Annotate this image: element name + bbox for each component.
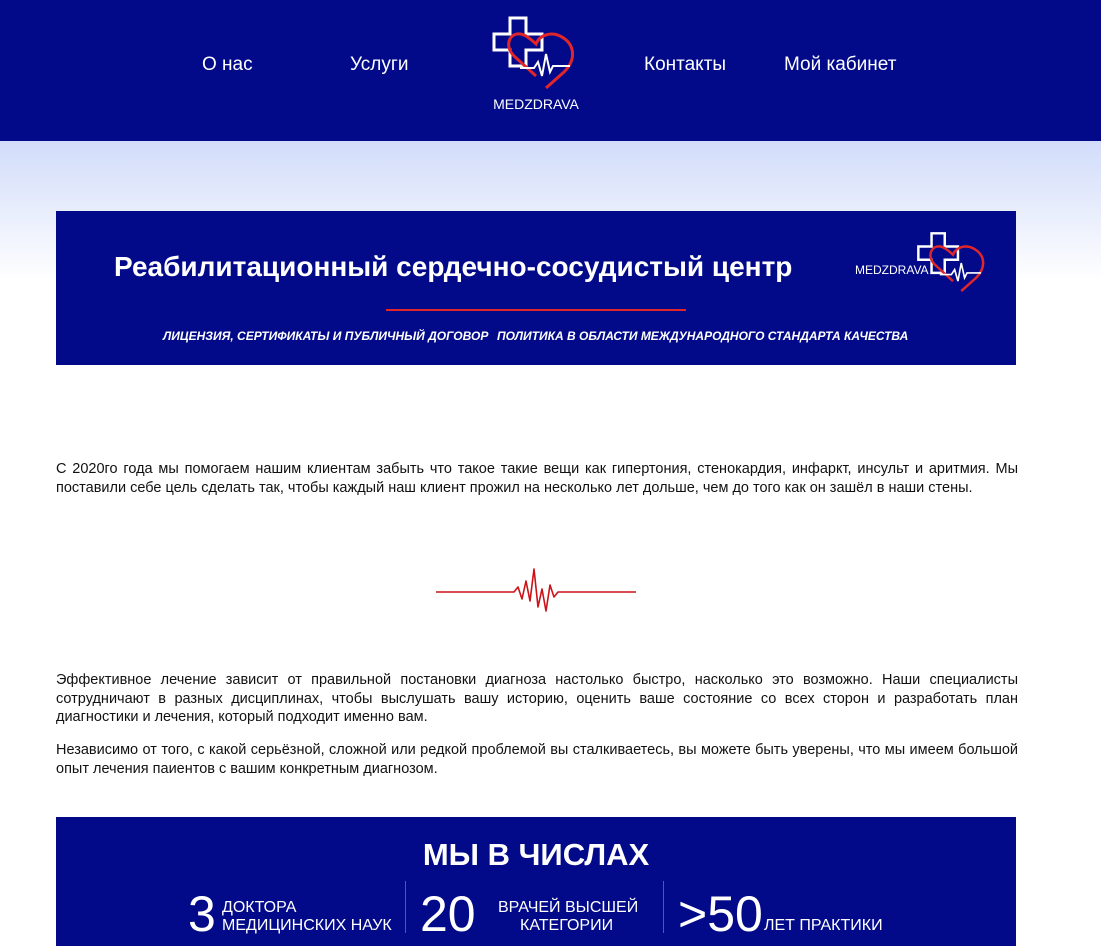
stat-physicians-label-1: ВРАЧЕЙ ВЫСШЕЙ xyxy=(498,899,639,916)
stat-doctors-number: 3 xyxy=(188,886,216,942)
stat-doctors-label-1: ДОКТОРА xyxy=(222,899,297,916)
medzdrava-logo-icon xyxy=(917,232,985,292)
title-underline xyxy=(386,309,686,311)
stat-years-number: >50 xyxy=(678,886,763,942)
title-banner: Реабилитационный сердечно-сосудистый цен… xyxy=(56,211,1016,365)
banner-logo: MEDZDRAVA xyxy=(855,230,995,300)
header-logo[interactable]: MEDZDRAVA xyxy=(490,14,582,114)
stats-title: МЫ В ЧИСЛАХ xyxy=(422,837,650,872)
medzdrava-logo-icon xyxy=(492,16,574,90)
treatment-paragraph: Эффективное лечение зависит от правильно… xyxy=(56,672,1018,725)
nav-services[interactable]: Услуги xyxy=(350,54,408,76)
intro-paragraph: С 2020го года мы помогаем нашим клиентам… xyxy=(56,461,1018,496)
stat-divider xyxy=(405,881,406,933)
stat-divider xyxy=(663,881,664,933)
nav-contacts[interactable]: Контакты xyxy=(644,54,726,76)
ecg-divider-icon xyxy=(436,568,636,612)
nav-cabinet[interactable]: Мой кабинет xyxy=(784,54,896,76)
quality-policy-link[interactable]: ПОЛИТИКА В ОБЛАСТИ МЕЖДУНАРОДНОГО СТАНДА… xyxy=(497,329,908,343)
stats-section: МЫ В ЧИСЛАХ 3 ДОКТОРА МЕДИЦИНСКИХ НАУК 2… xyxy=(56,817,1016,946)
stat-years-label: ЛЕТ ПРАКТИКИ xyxy=(764,917,883,934)
header-logo-text: MEDZDRAVA xyxy=(493,96,579,112)
stat-physicians-label-2: КАТЕГОРИИ xyxy=(520,917,614,934)
stat-doctors-label-2: МЕДИЦИНСКИХ НАУК xyxy=(222,917,392,934)
experience-paragraph: Независимо от того, с какой серьёзной, с… xyxy=(56,742,1018,777)
license-link[interactable]: ЛИЦЕНЗИЯ, СЕРТИФИКАТЫ И ПУБЛИЧНЫЙ ДОГОВО… xyxy=(163,329,488,343)
page-title: Реабилитационный сердечно-сосудистый цен… xyxy=(114,251,793,282)
nav-about[interactable]: О нас xyxy=(202,54,253,76)
stat-physicians-number: 20 xyxy=(420,886,476,942)
site-header: О нас Услуги MEDZDRAVA Контакты Мой каби… xyxy=(0,0,1101,141)
